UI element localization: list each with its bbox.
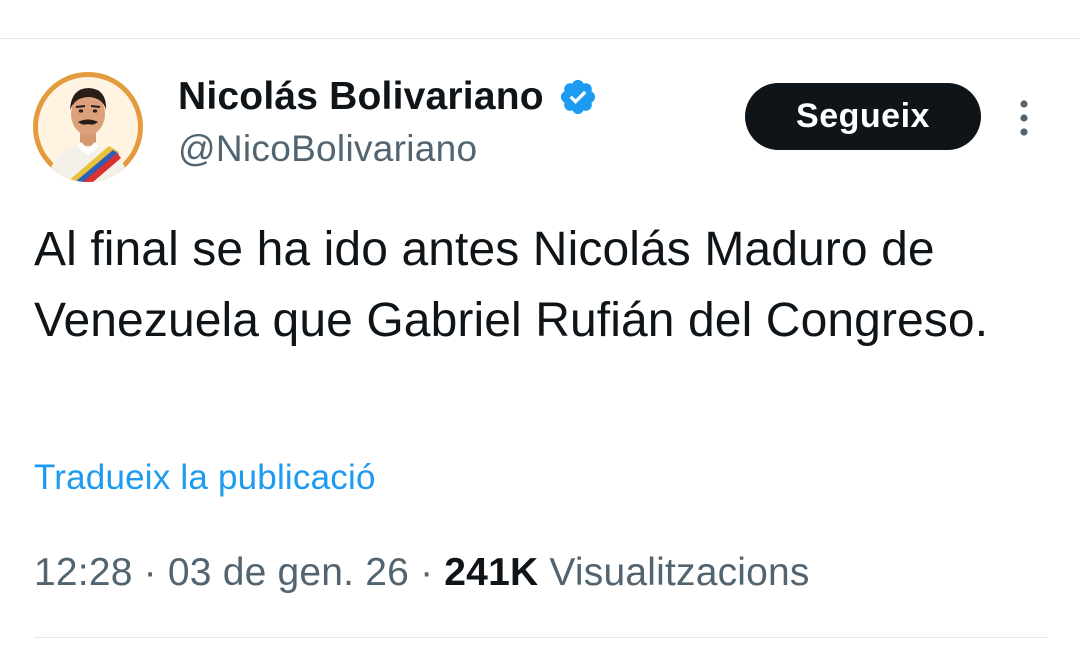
tweet-view: Nicolás Bolivariano @NicoBolivariano Seg… xyxy=(0,0,1080,668)
follow-button[interactable]: Segueix xyxy=(745,83,981,150)
translate-post-link[interactable]: Tradueix la publicació xyxy=(34,458,376,498)
views-count[interactable]: 241K xyxy=(444,551,538,594)
user-info: Nicolás Bolivariano @NicoBolivariano xyxy=(178,72,598,170)
verified-badge-icon xyxy=(558,77,598,117)
meta-separator: · xyxy=(132,551,168,594)
more-options-button[interactable] xyxy=(1010,98,1038,138)
name-row: Nicolás Bolivariano xyxy=(178,72,598,122)
tweet-metadata: 12:28 · 03 de gen. 26 · 241K Visualitzac… xyxy=(34,551,810,595)
bottom-divider xyxy=(34,637,1047,638)
top-divider xyxy=(0,38,1080,39)
avatar[interactable] xyxy=(33,72,143,182)
tweet-text: Al final se ha ido antes Nicolás Maduro … xyxy=(34,223,989,347)
display-name[interactable]: Nicolás Bolivariano xyxy=(178,75,544,119)
user-handle[interactable]: @NicoBolivariano xyxy=(178,128,598,170)
views-label[interactable]: Visualitzacions xyxy=(538,551,809,594)
tweet-date[interactable]: 03 de gen. 26 xyxy=(168,551,409,594)
cartoon-portrait-avatar-icon xyxy=(33,72,143,182)
vertical-ellipsis-icon xyxy=(1020,100,1028,136)
tweet-time[interactable]: 12:28 xyxy=(34,551,133,594)
meta-separator: · xyxy=(409,551,445,594)
